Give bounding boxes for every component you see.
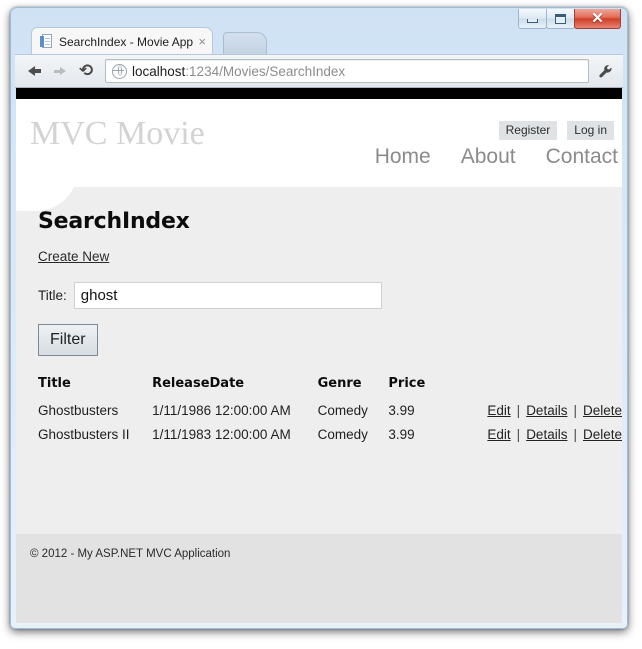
back-button[interactable]	[21, 58, 47, 84]
tab-searchindex[interactable]: SearchIndex - Movie App ×	[31, 27, 213, 55]
action-separator: |	[573, 403, 577, 418]
cell-title: Ghostbusters	[38, 403, 119, 418]
cell-title: Ghostbusters II	[38, 427, 130, 442]
cell-release-date: 1/11/1983 12:00:00 AM	[152, 427, 291, 442]
tab-strip: SearchIndex - Movie App ×	[15, 27, 623, 55]
create-new-link[interactable]: Create New	[38, 249, 109, 264]
browser-toolbar: ⟳ localhost:1234/Movies/SearchIndex	[15, 54, 623, 88]
action-separator: |	[516, 403, 521, 418]
table-row: Ghostbusters 1/11/1986 12:00:00 AM Comed…	[38, 399, 622, 423]
browser-menu-button[interactable]	[593, 58, 617, 84]
table-header-row: Title ReleaseDate Genre Price	[38, 376, 622, 399]
cell-price: 3.99	[388, 403, 415, 418]
site-footer: © 2012 - My ASP.NET MVC Application	[16, 534, 622, 623]
login-link[interactable]: Log in	[567, 121, 614, 140]
maximize-icon	[555, 13, 566, 24]
site-logo[interactable]: MVC Movie	[30, 115, 205, 153]
nav-item-home[interactable]: Home	[375, 145, 431, 169]
auth-links: Register Log in	[498, 121, 614, 140]
delete-link[interactable]: Delete	[583, 403, 622, 418]
cell-actions: Edit | Details | Delete	[442, 423, 622, 447]
minimize-button[interactable]	[518, 9, 547, 29]
nav-item-contact[interactable]: Contact	[546, 145, 618, 169]
footer-copyright: © 2012 - My ASP.NET MVC Application	[30, 548, 231, 560]
filter-button[interactable]: Filter	[38, 324, 98, 356]
tab-close-icon[interactable]: ×	[196, 35, 212, 48]
main-navigation: Home About Contact	[375, 145, 618, 169]
cell-actions: Edit | Details | Delete	[442, 399, 622, 423]
address-bar[interactable]: localhost:1234/Movies/SearchIndex	[105, 59, 589, 83]
title-search-input[interactable]	[73, 282, 382, 309]
browser-window-inner: ✕ SearchIndex - Movie App × ⟳ localhost:…	[15, 8, 623, 624]
page-content: SearchIndex Create New Title: Filter Tit…	[16, 169, 622, 502]
url-path: :1234/Movies/SearchIndex	[185, 63, 346, 79]
browser-window: ✕ SearchIndex - Movie App × ⟳ localhost:…	[10, 7, 628, 629]
header-corner-decoration	[16, 169, 78, 211]
forward-arrow-icon	[52, 63, 68, 79]
url-host: localhost	[132, 63, 186, 79]
page-title: SearchIndex	[38, 209, 190, 234]
title-filter-label: Title:	[38, 288, 67, 303]
details-link[interactable]: Details	[526, 403, 567, 418]
site-header: MVC Movie Register Log in Home About Con…	[16, 99, 622, 187]
edit-link[interactable]: Edit	[487, 427, 510, 442]
column-header-genre: Genre	[317, 376, 362, 391]
movies-table: Title ReleaseDate Genre Price Ghostbuste…	[38, 376, 622, 447]
page-favicon-icon	[40, 34, 53, 49]
globe-icon	[112, 63, 127, 79]
delete-link[interactable]: Delete	[583, 427, 622, 442]
close-button[interactable]: ✕	[574, 9, 621, 29]
details-link[interactable]: Details	[526, 427, 567, 442]
cell-release-date: 1/11/1986 12:00:00 AM	[152, 403, 291, 418]
tab-title: SearchIndex - Movie App	[59, 34, 194, 49]
cell-genre: Comedy	[317, 427, 368, 442]
wrench-icon	[598, 64, 611, 77]
action-separator: |	[573, 427, 577, 442]
column-header-actions	[442, 376, 622, 399]
forward-button[interactable]	[47, 58, 73, 84]
nav-item-about[interactable]: About	[461, 145, 516, 169]
action-separator: |	[516, 427, 521, 442]
page-viewport: MVC Movie Register Log in Home About Con…	[16, 88, 622, 623]
edit-link[interactable]: Edit	[487, 403, 510, 418]
maximize-button[interactable]	[546, 9, 575, 29]
reload-button[interactable]: ⟳	[73, 58, 99, 84]
back-arrow-icon	[26, 63, 42, 79]
cell-genre: Comedy	[317, 403, 368, 418]
address-bar-url: localhost:1234/Movies/SearchIndex	[132, 64, 345, 79]
cell-price: 3.99	[388, 427, 415, 442]
column-header-price: Price	[388, 376, 426, 391]
column-header-release-date: ReleaseDate	[152, 376, 245, 391]
reload-icon: ⟳	[78, 60, 94, 81]
top-black-bar	[16, 88, 622, 99]
column-header-title: Title	[38, 376, 71, 391]
filter-row: Title:	[38, 282, 622, 309]
register-link[interactable]: Register	[498, 121, 558, 140]
minimize-icon	[527, 19, 538, 23]
close-icon: ✕	[591, 10, 604, 27]
table-row: Ghostbusters II 1/11/1983 12:00:00 AM Co…	[38, 423, 622, 447]
new-tab-button[interactable]	[223, 32, 267, 55]
